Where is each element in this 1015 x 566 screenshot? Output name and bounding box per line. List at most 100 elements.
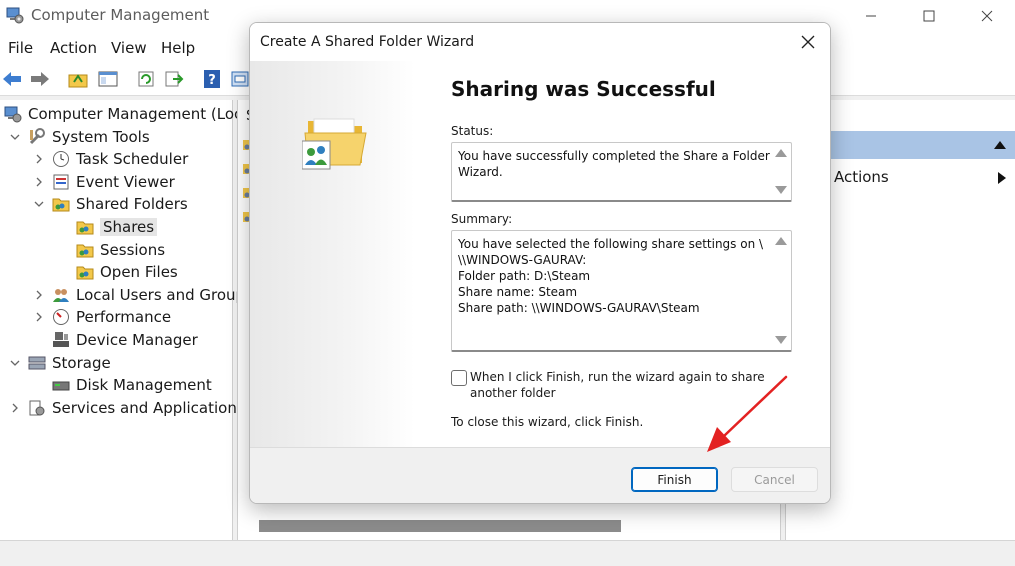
dialog-close-button[interactable] bbox=[796, 31, 820, 53]
tree-item-label: Task Scheduler bbox=[76, 150, 189, 169]
tree-item-event-viewer[interactable]: Event Viewer bbox=[32, 171, 175, 193]
refresh-icon[interactable] bbox=[134, 67, 158, 91]
chevron-down-icon[interactable] bbox=[32, 197, 46, 211]
window-title: Computer Management bbox=[31, 6, 210, 24]
tree-item-label: System Tools bbox=[52, 127, 150, 146]
close-icon bbox=[801, 35, 815, 49]
menu-help[interactable]: Help bbox=[161, 39, 195, 57]
tree-item-label: Event Viewer bbox=[76, 172, 175, 191]
console-tree: Computer Management (Local) System Tools T… bbox=[0, 100, 262, 540]
disk-icon bbox=[52, 376, 70, 394]
status-label: Status: bbox=[451, 124, 494, 138]
maximize-button[interactable] bbox=[900, 0, 958, 32]
tree-item-label: Computer Management (Local) bbox=[28, 105, 262, 123]
shared-folder-icon bbox=[76, 241, 94, 259]
tree-item-device-manager[interactable]: Device Manager bbox=[32, 329, 198, 351]
svg-text:?: ? bbox=[208, 73, 216, 88]
tree-item-computer-management-local[interactable]: Computer Management (Local) bbox=[4, 103, 262, 125]
device-manager-icon bbox=[52, 331, 70, 349]
menu-action[interactable]: Action bbox=[50, 39, 97, 57]
scroll-down-icon[interactable] bbox=[775, 336, 787, 344]
summary-textbox[interactable]: You have selected the following share se… bbox=[451, 230, 792, 352]
chevron-right-icon[interactable] bbox=[32, 152, 46, 166]
forward-arrow-icon[interactable] bbox=[28, 67, 52, 91]
tree-item-performance[interactable]: Performance bbox=[32, 306, 171, 328]
status-text: You have successfully completed the Shar… bbox=[458, 149, 770, 179]
dialog-title: Create A Shared Folder Wizard bbox=[260, 34, 475, 50]
wizard-side-panel bbox=[250, 61, 415, 447]
summary-scrollbar[interactable] bbox=[771, 231, 791, 350]
status-bar bbox=[0, 540, 1015, 566]
tree-item-task-scheduler[interactable]: Task Scheduler bbox=[32, 148, 188, 170]
summary-label: Summary: bbox=[451, 212, 513, 226]
scroll-up-icon[interactable] bbox=[775, 237, 787, 245]
minimize-button[interactable] bbox=[842, 0, 900, 32]
shared-folder-icon bbox=[76, 218, 94, 236]
tree-item-shared-folders[interactable]: Shared Folders bbox=[32, 193, 188, 215]
status-scrollbar[interactable] bbox=[771, 143, 791, 200]
export-list-icon[interactable] bbox=[162, 67, 186, 91]
event-viewer-icon bbox=[52, 173, 70, 191]
summary-text: You have selected the following share se… bbox=[458, 237, 764, 315]
tree-item-label: Local Users and Groups bbox=[76, 285, 253, 304]
tree-item-shares[interactable]: Shares bbox=[56, 216, 158, 238]
tree-item-label: Disk Management bbox=[76, 376, 212, 395]
cancel-button[interactable]: Cancel bbox=[731, 467, 818, 492]
chevron-right-icon[interactable] bbox=[32, 175, 46, 189]
system-tools-icon bbox=[28, 127, 46, 146]
dialog-titlebar: Create A Shared Folder Wizard bbox=[250, 23, 830, 61]
status-textbox[interactable]: You have successfully completed the Shar… bbox=[451, 142, 792, 202]
chevron-right-icon[interactable] bbox=[32, 288, 46, 302]
close-hint-text: To close this wizard, click Finish. bbox=[451, 415, 644, 429]
performance-icon bbox=[52, 308, 70, 326]
menu-view[interactable]: View bbox=[111, 39, 147, 57]
chevron-right-icon[interactable] bbox=[8, 401, 22, 415]
back-arrow-icon[interactable] bbox=[0, 67, 24, 91]
tree-item-sessions[interactable]: Sessions bbox=[56, 239, 165, 261]
scroll-up-icon[interactable] bbox=[775, 149, 787, 157]
chevron-right-icon[interactable] bbox=[32, 310, 46, 324]
show-hide-tree-icon[interactable] bbox=[96, 67, 120, 91]
chevron-down-icon[interactable] bbox=[8, 356, 22, 370]
storage-icon bbox=[28, 354, 46, 372]
tree-item-label: Services and Applications bbox=[52, 398, 245, 417]
menu-file[interactable]: File bbox=[8, 39, 33, 57]
dialog-heading: Sharing was Successful bbox=[451, 77, 716, 101]
shared-folder-icon bbox=[76, 263, 94, 281]
chevron-down-icon[interactable] bbox=[8, 130, 22, 144]
run-again-label[interactable]: When I click Finish, run the wizard agai… bbox=[470, 369, 780, 401]
services-icon bbox=[28, 399, 46, 417]
finish-button[interactable]: Finish bbox=[631, 467, 718, 492]
up-folder-icon[interactable] bbox=[66, 67, 90, 91]
users-icon bbox=[52, 286, 70, 304]
scroll-down-icon[interactable] bbox=[775, 186, 787, 194]
horizontal-scrollbar[interactable] bbox=[259, 520, 621, 532]
collapse-up-icon bbox=[994, 141, 1006, 149]
tree-item-services-and-applications[interactable]: Services and Applications bbox=[8, 397, 245, 419]
shared-folder-wizard-icon bbox=[301, 111, 372, 177]
computer-management-icon bbox=[6, 6, 24, 24]
help-icon[interactable]: ? bbox=[200, 67, 224, 91]
tree-item-system-tools[interactable]: System Tools bbox=[8, 126, 150, 148]
submenu-arrow-icon bbox=[998, 172, 1006, 184]
tree-item-storage[interactable]: Storage bbox=[8, 352, 111, 374]
share-wizard-dialog: Create A Shared Folder Wizard Sharing wa… bbox=[249, 22, 831, 504]
tree-item-label: Open Files bbox=[100, 263, 178, 282]
tree-item-label: Device Manager bbox=[76, 331, 198, 349]
tree-item-local-users-and-groups[interactable]: Local Users and Groups bbox=[32, 284, 253, 306]
tree-item-disk-management[interactable]: Disk Management bbox=[32, 374, 212, 396]
tree-item-open-files[interactable]: Open Files bbox=[56, 261, 178, 283]
tree-item-label: Shared Folders bbox=[76, 195, 188, 214]
computer-management-icon bbox=[4, 105, 22, 123]
run-again-checkbox[interactable] bbox=[451, 370, 467, 386]
tree-item-label: Performance bbox=[76, 308, 172, 327]
clock-icon bbox=[52, 150, 70, 168]
shared-folder-icon bbox=[52, 195, 70, 213]
window-close-button[interactable] bbox=[958, 0, 1015, 32]
dialog-footer: Finish Cancel bbox=[250, 447, 830, 503]
